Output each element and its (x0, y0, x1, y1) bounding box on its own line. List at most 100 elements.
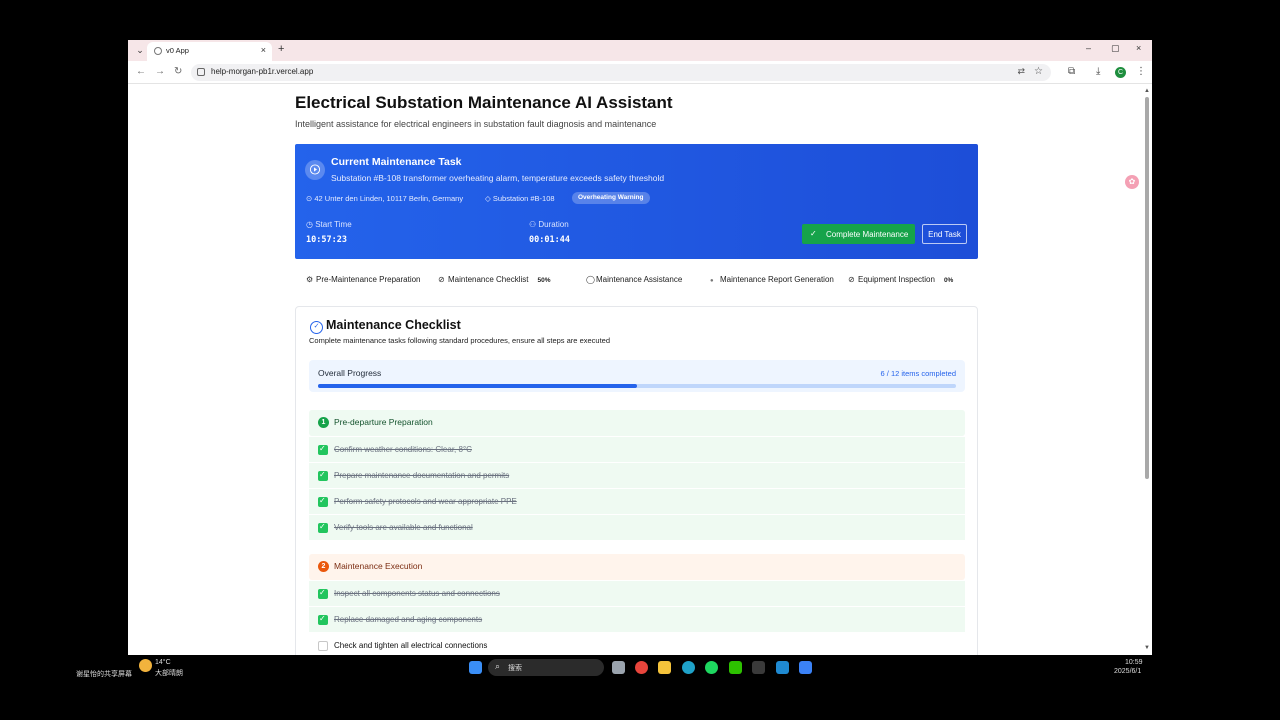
checklist-item[interactable]: Confirm weather conditions: Clear, 8°C (309, 436, 965, 462)
bookmark-star-icon[interactable]: ☆ (1034, 66, 1043, 77)
substation-text: Substation #B-108 (492, 194, 555, 203)
checklist-item[interactable]: Perform safety protocols and wear approp… (309, 488, 965, 514)
checkbox[interactable] (318, 614, 328, 625)
address-bar: ← → ↻ help-morgan-pb1r.vercel.app ⇄ ☆ ⧉ … (128, 61, 1152, 84)
browser-tab[interactable]: v0 App × (147, 42, 272, 61)
section-header: 2 Maintenance Execution (309, 554, 965, 580)
menu-dots-icon[interactable]: ⋮ (1136, 66, 1146, 77)
checkbox[interactable] (318, 444, 328, 455)
checklist-title-text: Maintenance Checklist (326, 318, 461, 332)
site-info-icon[interactable] (197, 68, 205, 76)
floating-assistant-icon[interactable]: ✿ (1125, 175, 1139, 189)
tab-bar: ⌄ v0 App × + – ▢ × (128, 40, 1152, 61)
start-time-label: ◷ Start Time (306, 220, 352, 229)
section-number: 1 (318, 417, 329, 428)
app-icon[interactable] (799, 661, 812, 674)
overall-progress: Overall Progress 6 / 12 items completed (309, 360, 965, 392)
tab-close-icon[interactable]: × (261, 45, 266, 55)
chat-icon: ◯ (586, 275, 595, 284)
restore-icon[interactable]: ▢ (1111, 43, 1120, 54)
duration-label: ⚇ Duration (529, 220, 569, 229)
check-icon: ✓ (810, 229, 817, 238)
translate-icon[interactable]: ⇄ (1017, 66, 1025, 77)
chrome-icon[interactable] (635, 661, 648, 674)
tab-equipment-inspection[interactable]: ⊘ Equipment Inspection 0% (848, 275, 953, 284)
checklist-item[interactable]: Verify tools are available and functiona… (309, 514, 965, 540)
scroll-up-icon[interactable]: ▲ (1144, 88, 1150, 94)
checklist-item[interactable]: Check and tighten all electrical connect… (309, 632, 965, 655)
checkbox[interactable] (318, 496, 328, 507)
checklist-item-label: Replace damaged and aging components (334, 615, 483, 624)
checklist-item-label: Prepare maintenance documentation and pe… (334, 471, 510, 480)
wechat-icon[interactable] (729, 661, 742, 674)
duration-value: 00:01:44 (529, 235, 570, 245)
tab-maintenance-assistance[interactable]: ◯Maintenance Assistance (586, 275, 682, 284)
tab-label: Maintenance Checklist (448, 275, 529, 284)
scroll-down-icon[interactable]: ▼ (1144, 645, 1150, 651)
checklist-item-label: Check and tighten all electrical connect… (334, 641, 488, 650)
tab-title: v0 App (166, 46, 189, 55)
clock-date: 2025/6/1 (1114, 668, 1142, 675)
vertical-scrollbar[interactable]: ▲ ▼ (1144, 88, 1150, 651)
play-icon (305, 160, 325, 180)
download-icon[interactable]: ⤓ (1096, 66, 1100, 77)
checklist-item-label: Perform safety protocols and wear approp… (334, 497, 517, 506)
section-tabs: ⚙ Pre-Maintenance Preparation ⊘ Maintenanc… (295, 275, 978, 289)
tab-label: Equipment Inspection (858, 275, 935, 284)
windows-start-icon[interactable] (469, 661, 482, 674)
page-title: Electrical Substation Maintenance AI Ass… (295, 93, 673, 112)
forward-icon[interactable]: → (155, 66, 165, 77)
check-circle-icon: ✓ (310, 321, 323, 334)
start-time-label-text: Start Time (315, 220, 352, 229)
tab-report-generation[interactable]: ● Maintenance Report Generation (710, 275, 834, 284)
task-view-icon[interactable] (612, 661, 625, 674)
url-text: help-morgan-pb1r.vercel.app (211, 67, 314, 76)
page-subtitle: Intelligent assistance for electrical en… (295, 119, 657, 129)
check-circle-icon: ⊘ (848, 275, 855, 284)
tab-maintenance-checklist[interactable]: ⊘ Maintenance Checklist 50% (438, 275, 551, 284)
checkbox[interactable] (318, 470, 328, 481)
checklist-title: ✓ Maintenance Checklist (310, 318, 461, 334)
checklist-item[interactable]: Prepare maintenance documentation and pe… (309, 462, 965, 488)
gear-icon: ⚙ (306, 275, 314, 284)
screen: ⌄ v0 App × + – ▢ × ← → ↻ help-morgan-pb1… (0, 0, 1280, 720)
vscode-icon[interactable] (776, 661, 789, 674)
window-close-icon[interactable]: × (1136, 43, 1141, 53)
weather-icon[interactable] (139, 659, 152, 672)
file-explorer-icon[interactable] (658, 661, 671, 674)
weather-desc: 大部晴朗 (155, 670, 183, 677)
url-field[interactable]: help-morgan-pb1r.vercel.app ⇄ ☆ (191, 64, 1051, 81)
taskbar-search[interactable]: ⌕ 搜索 (488, 659, 604, 676)
duration-label-text: Duration (538, 220, 569, 229)
reload-icon[interactable]: ↻ (174, 66, 182, 77)
scrollbar-thumb[interactable] (1145, 97, 1149, 479)
back-icon[interactable]: ← (136, 66, 146, 77)
spotify-icon[interactable] (705, 661, 718, 674)
progress-fill (318, 384, 637, 388)
end-task-button[interactable]: End Task (922, 224, 967, 244)
checkbox[interactable] (318, 522, 328, 533)
checklist-item[interactable]: Inspect all components status and connec… (309, 580, 965, 606)
terminal-icon[interactable] (752, 661, 765, 674)
checklist-section: 1 Pre-departure Preparation Confirm weathe… (309, 410, 965, 540)
search-placeholder: 搜索 (508, 665, 522, 672)
checklist-item[interactable]: Replace damaged and aging components (309, 606, 965, 632)
tab-percent: 0% (943, 277, 954, 284)
task-substation: ◇ Substation #B-108 (485, 194, 555, 203)
clock-icon: ◷ (306, 220, 316, 229)
edge-icon[interactable] (682, 661, 695, 674)
minimize-icon[interactable]: – (1086, 43, 1091, 53)
tab-pre-maintenance[interactable]: ⚙ Pre-Maintenance Preparation (306, 275, 421, 284)
checkbox[interactable] (318, 588, 328, 599)
check-circle-icon: ⊘ (438, 275, 445, 284)
extensions-icon[interactable]: ⧉ (1068, 66, 1075, 77)
complete-maintenance-button[interactable]: ✓ Complete Maintenance (802, 224, 915, 244)
diamond-icon: ◇ (485, 194, 493, 203)
profile-avatar[interactable]: C (1115, 67, 1126, 78)
section-header: 1 Pre-departure Preparation (309, 410, 965, 436)
checkbox[interactable] (318, 641, 328, 651)
tab-search-icon[interactable]: ⌄ (134, 44, 146, 56)
new-tab-button[interactable]: + (278, 43, 284, 55)
search-icon: ⌕ (495, 661, 501, 671)
tab-label: Pre-Maintenance Preparation (316, 275, 421, 284)
